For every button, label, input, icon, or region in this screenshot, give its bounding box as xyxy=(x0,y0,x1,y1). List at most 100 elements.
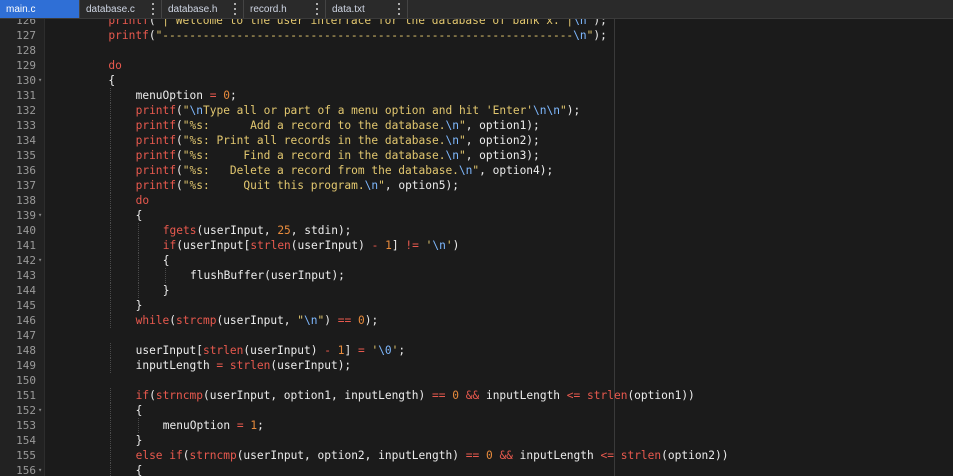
tab-label: main.c xyxy=(6,3,36,15)
tab-menu-icon[interactable] xyxy=(152,3,155,15)
line-number: 137 xyxy=(16,179,36,192)
tab-main-c[interactable]: main.c xyxy=(0,0,80,18)
token-punc: ( xyxy=(149,389,156,402)
fold-arrow-icon[interactable]: ▾ xyxy=(38,253,42,268)
token-op: && xyxy=(499,449,513,462)
line-number: 156 xyxy=(16,464,36,476)
token-punc: { xyxy=(135,209,143,222)
token-str: "%s: Quit this program. xyxy=(182,179,365,192)
token-punc: , stdin); xyxy=(290,224,352,237)
token-func: strlen xyxy=(229,359,271,372)
tab-database-h[interactable]: database.h xyxy=(162,0,244,18)
indent-guide xyxy=(110,133,112,148)
token-func: printf xyxy=(135,104,177,117)
indent-guide xyxy=(137,223,139,238)
code-line: 145} xyxy=(0,298,953,313)
token-punc: } xyxy=(162,284,170,297)
token-punc: ( xyxy=(182,449,190,462)
token-punc: (userInput); xyxy=(270,359,352,372)
token-punc: (userInput[ xyxy=(176,239,251,252)
indent-guide xyxy=(137,283,139,298)
token-punc: { xyxy=(135,404,143,417)
indent-guide xyxy=(110,433,112,448)
token-op: = xyxy=(357,344,365,357)
code-line: 126 printf("| Welcome to the user interfa… xyxy=(0,19,953,28)
line-number: 141 xyxy=(16,239,36,252)
token-num: 0 xyxy=(223,89,230,102)
code-editor[interactable]: 126 printf("| Welcome to the user interfa… xyxy=(0,19,953,476)
token-id: flushBuffer(userInput); xyxy=(190,269,345,282)
token-punc: (userInput) xyxy=(243,344,325,357)
token-str: "---------------------------------------… xyxy=(155,29,574,42)
line-number: 127 xyxy=(16,29,36,42)
tab-menu-icon[interactable] xyxy=(234,3,237,15)
line-number: 129 xyxy=(16,59,36,72)
token-op: == xyxy=(337,314,352,327)
indent-guide xyxy=(110,358,112,373)
code-text: printf("%s: Print all records in the dat… xyxy=(136,133,540,148)
token-punc: ); xyxy=(593,29,607,42)
token-punc: ) xyxy=(452,239,460,252)
code-line: 127 printf("-----------------------------… xyxy=(0,28,953,43)
code-line: 131 menuOption = 0; xyxy=(0,88,953,103)
indent-guide xyxy=(137,418,139,433)
token-punc: inputLength xyxy=(479,389,567,402)
token-str: " xyxy=(378,179,385,192)
indent-guide xyxy=(110,418,112,433)
token-punc: ; xyxy=(229,89,237,102)
token-punc: ( xyxy=(148,29,156,42)
line-number: 136 xyxy=(16,164,36,177)
tab-data-txt[interactable]: data.txt xyxy=(326,0,408,18)
fold-arrow-icon[interactable]: ▾ xyxy=(38,73,42,88)
line-number: 155 xyxy=(16,449,36,462)
code-text: } xyxy=(136,433,143,448)
token-func: strcmp xyxy=(176,314,217,327)
code-line: 156 ▾ { xyxy=(0,463,953,476)
token-punc: (userInput, option1, inputLength) xyxy=(202,389,432,402)
token-punc: inputLength xyxy=(512,449,601,462)
token-punc: ( xyxy=(176,104,183,117)
token-esc: \n xyxy=(445,134,459,147)
line-number: 128 xyxy=(16,44,36,57)
code-line: 153 menuOption = 1; xyxy=(0,418,953,433)
token-op: == xyxy=(465,449,480,462)
indent-guide xyxy=(110,118,112,133)
fold-arrow-icon[interactable]: ▾ xyxy=(38,463,42,476)
token-punc: (userInput) xyxy=(290,239,372,252)
tab-menu-icon[interactable] xyxy=(398,3,401,15)
token-esc: \0 xyxy=(378,344,392,357)
token-punc: , option4); xyxy=(479,164,554,177)
token-punc: ; xyxy=(398,344,406,357)
code-line: 154} xyxy=(0,433,953,448)
token-func: printf xyxy=(108,29,149,42)
code-line: 134 printf("%s: Print all records in the … xyxy=(0,133,953,148)
indent-guide xyxy=(110,268,112,283)
token-func: strlen xyxy=(587,389,628,402)
line-number: 133 xyxy=(16,119,36,132)
token-esc: \n xyxy=(458,164,473,177)
code-text: do xyxy=(136,193,149,208)
token-str: "%s: Delete a record from the database. xyxy=(182,164,459,177)
tab-menu-icon[interactable] xyxy=(316,3,319,15)
code-line: 150 xyxy=(0,373,953,388)
code-text: { xyxy=(108,73,115,88)
indent-guide xyxy=(110,313,112,328)
tab-database-c[interactable]: database.c xyxy=(80,0,162,18)
fold-arrow-icon[interactable]: ▾ xyxy=(38,208,42,223)
token-punc xyxy=(351,314,358,327)
token-num: 0 xyxy=(485,449,493,462)
token-esc: \n xyxy=(432,239,446,252)
code-text: { xyxy=(136,208,143,223)
code-line: 132 printf("\nType all or part of a menu … xyxy=(0,103,953,118)
code-text: printf("%s: Quit this program.\n", optio… xyxy=(136,178,459,193)
token-punc: ( xyxy=(176,164,183,177)
code-line: 136 printf("%s: Delete a record from the … xyxy=(0,163,953,178)
tab-label: database.h xyxy=(168,3,218,15)
code-line: 146 while(strcmp(userInput, "\n") == 0); xyxy=(0,313,953,328)
token-func: strncmp xyxy=(189,449,237,462)
token-esc: \n\n xyxy=(533,104,560,117)
line-number: 153 xyxy=(16,419,36,432)
tab-record-h[interactable]: record.h xyxy=(244,0,326,18)
indent-guide xyxy=(110,193,112,208)
fold-arrow-icon[interactable]: ▾ xyxy=(38,403,42,418)
